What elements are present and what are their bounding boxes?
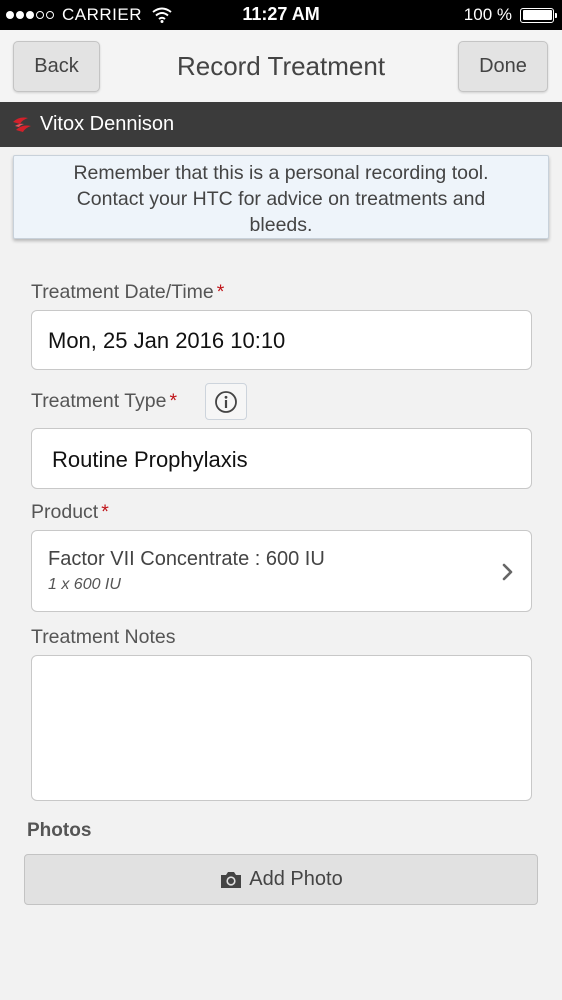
required-marker: * (169, 390, 178, 412)
product-name: Factor VII Concentrate : 600 IU (48, 548, 325, 570)
done-button[interactable]: Done (458, 41, 548, 92)
photos-label: Photos (27, 820, 92, 841)
status-bar: CARRIER 11:27 AM 100 % (0, 0, 562, 30)
product-label: Product * (31, 501, 109, 523)
notice-line: Remember that this is a personal recordi… (73, 162, 489, 184)
chevron-right-icon (502, 563, 513, 581)
product-quantity: 1 x 600 IU (48, 576, 121, 593)
info-icon (215, 390, 237, 413)
patient-logo-icon (13, 117, 31, 132)
date-time-label: Treatment Date/Time * (31, 281, 225, 303)
add-photo-label: Add Photo (249, 868, 343, 890)
battery-indicator: 100 % (463, 5, 557, 25)
required-marker: * (216, 281, 225, 303)
patient-bar: Vitox Dennison (0, 102, 562, 147)
treatment-type-value: Routine Prophylaxis (52, 447, 248, 472)
battery-percent: 100 % (463, 5, 512, 24)
date-time-value: Mon, 25 Jan 2016 10:10 (48, 328, 286, 353)
notice-box: Remember that this is a personal recordi… (13, 155, 549, 239)
treatment-type-label: Treatment Type * (31, 390, 178, 412)
product-selector[interactable]: Factor VII Concentrate : 600 IU 1 x 600 … (31, 530, 532, 612)
treatment-type-field[interactable]: Routine Prophylaxis (31, 428, 532, 489)
battery-icon (520, 7, 557, 23)
camera-icon (221, 871, 242, 888)
patient-name: Vitox Dennison (40, 113, 175, 135)
add-photo-button[interactable]: Add Photo (24, 854, 538, 905)
nav-bar: Back Record Treatment Done (0, 30, 562, 102)
notes-textarea[interactable] (31, 655, 532, 801)
treatment-type-info-button[interactable] (205, 383, 247, 420)
notice-line: Contact your HTC for advice on treatment… (76, 188, 486, 210)
required-marker: * (101, 501, 109, 523)
date-time-field[interactable]: Mon, 25 Jan 2016 10:10 (31, 310, 532, 370)
notice-line: bleeds. (249, 214, 313, 236)
notes-label: Treatment Notes (31, 626, 176, 648)
